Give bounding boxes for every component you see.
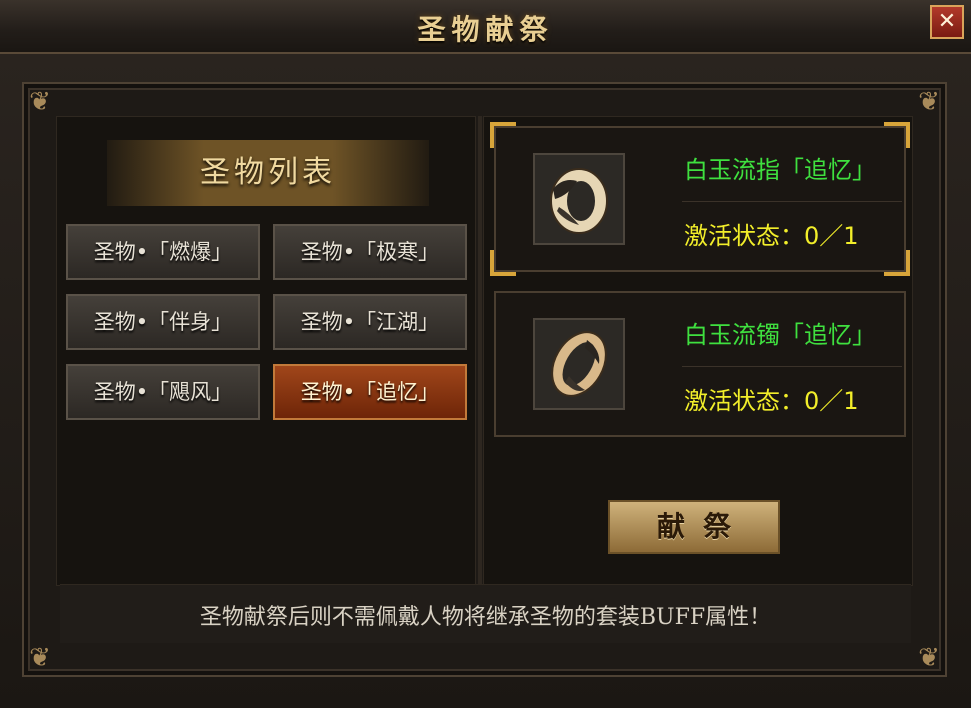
relic-button-companion[interactable]: 圣物•「伴身」 [66,294,260,350]
item-separator [682,201,902,202]
item-name: 白玉流镯「追忆」 [684,321,876,349]
relic-offering-window: 圣物献祭 ✕ ❦ ❦ ❦ ❦ 圣物列表 圣物•「燃爆」 圣物•「极寒」 圣物•「… [0,0,971,708]
relic-button-jianghu[interactable]: 圣物•「江湖」 [273,294,467,350]
tip-bar: 圣物献祭后则不需佩戴人物将继承圣物的套装BUFF属性！ [60,584,911,643]
relic-button-frost[interactable]: 圣物•「极寒」 [273,224,467,280]
jade-ring-icon[interactable] [533,153,625,245]
item-name: 白玉流指「追忆」 [684,156,876,184]
window-title: 圣物献祭 [417,13,554,46]
selection-bracket-icon [884,250,910,276]
item-separator [682,366,902,367]
title-bar[interactable]: 圣物献祭 ✕ [0,0,971,54]
offer-button[interactable]: 献祭 [608,500,780,554]
corner-ornament-icon: ❦ [918,87,940,117]
jade-bracelet-icon[interactable] [533,318,625,410]
close-button[interactable]: ✕ [930,5,964,39]
selection-bracket-icon [490,122,516,148]
item-card-bracelet[interactable]: 白玉流镯「追忆」 激活状态：0／1 [494,291,906,437]
corner-ornament-icon: ❦ [29,643,51,673]
relic-button-memory[interactable]: 圣物•「追忆」 [273,364,467,420]
selection-bracket-icon [884,122,910,148]
relic-list-header: 圣物列表 [107,140,429,206]
corner-ornament-icon: ❦ [918,643,940,673]
corner-ornament-icon: ❦ [29,87,51,117]
panel-divider [478,116,482,586]
selection-bracket-icon [490,250,516,276]
item-status: 激活状态：0／1 [684,222,859,250]
relic-button-hurricane[interactable]: 圣物•「飓风」 [66,364,260,420]
relic-button-burst[interactable]: 圣物•「燃爆」 [66,224,260,280]
item-card-ring[interactable]: 白玉流指「追忆」 激活状态：0／1 [490,122,910,276]
tip-text: 圣物献祭后则不需佩戴人物将继承圣物的套装BUFF属性！ [199,605,772,630]
item-status: 激活状态：0／1 [684,387,859,415]
